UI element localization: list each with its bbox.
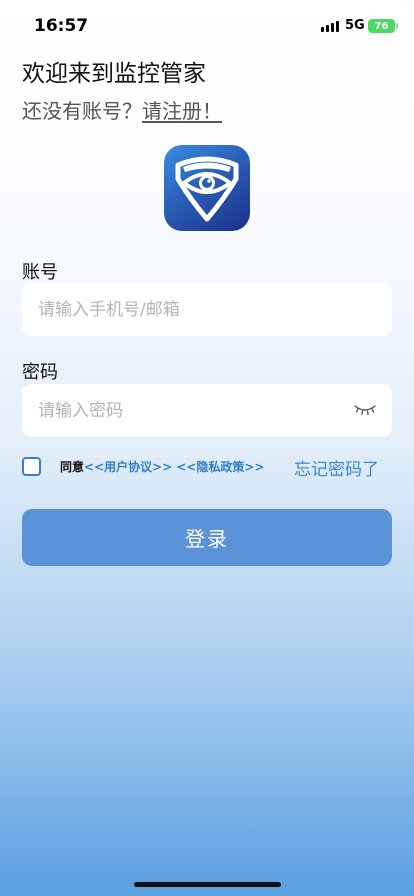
agree-checkbox[interactable] — [22, 457, 41, 476]
privacy-policy-link[interactable]: <<隐私政策>> — [176, 458, 264, 475]
battery-icon: 76 — [368, 19, 398, 33]
register-prompt: 还没有账号？ — [22, 99, 142, 123]
welcome-title: 欢迎来到监控管家 — [22, 61, 206, 87]
password-input[interactable] — [38, 400, 376, 421]
forgot-password-link[interactable]: 忘记密码了 — [294, 455, 379, 480]
password-label: 密码 — [22, 362, 58, 383]
account-input-box — [22, 283, 392, 336]
home-indicator — [134, 882, 281, 887]
agreement-row: 同意 <<用户协议>> <<隐私政策>> — [22, 457, 264, 476]
signal-icon — [321, 21, 339, 32]
agree-text: 同意 — [60, 460, 85, 474]
eye-closed-icon[interactable] — [354, 402, 376, 416]
account-label: 账号 — [22, 262, 58, 283]
app-logo — [164, 145, 250, 231]
account-input[interactable] — [38, 299, 376, 320]
register-link[interactable]: 请注册！ — [142, 99, 222, 123]
eye-shield-icon — [175, 156, 239, 222]
status-time: 16:57 — [34, 16, 89, 36]
register-line: 还没有账号？请注册！ — [22, 95, 222, 124]
status-bar: 16:57 5G 76 — [0, 0, 414, 50]
battery-level: 76 — [374, 20, 389, 32]
password-input-box — [22, 384, 392, 437]
user-agreement-link[interactable]: <<用户协议>> — [84, 458, 172, 475]
login-button[interactable]: 登录 — [22, 509, 392, 566]
network-type: 5G — [345, 18, 365, 33]
